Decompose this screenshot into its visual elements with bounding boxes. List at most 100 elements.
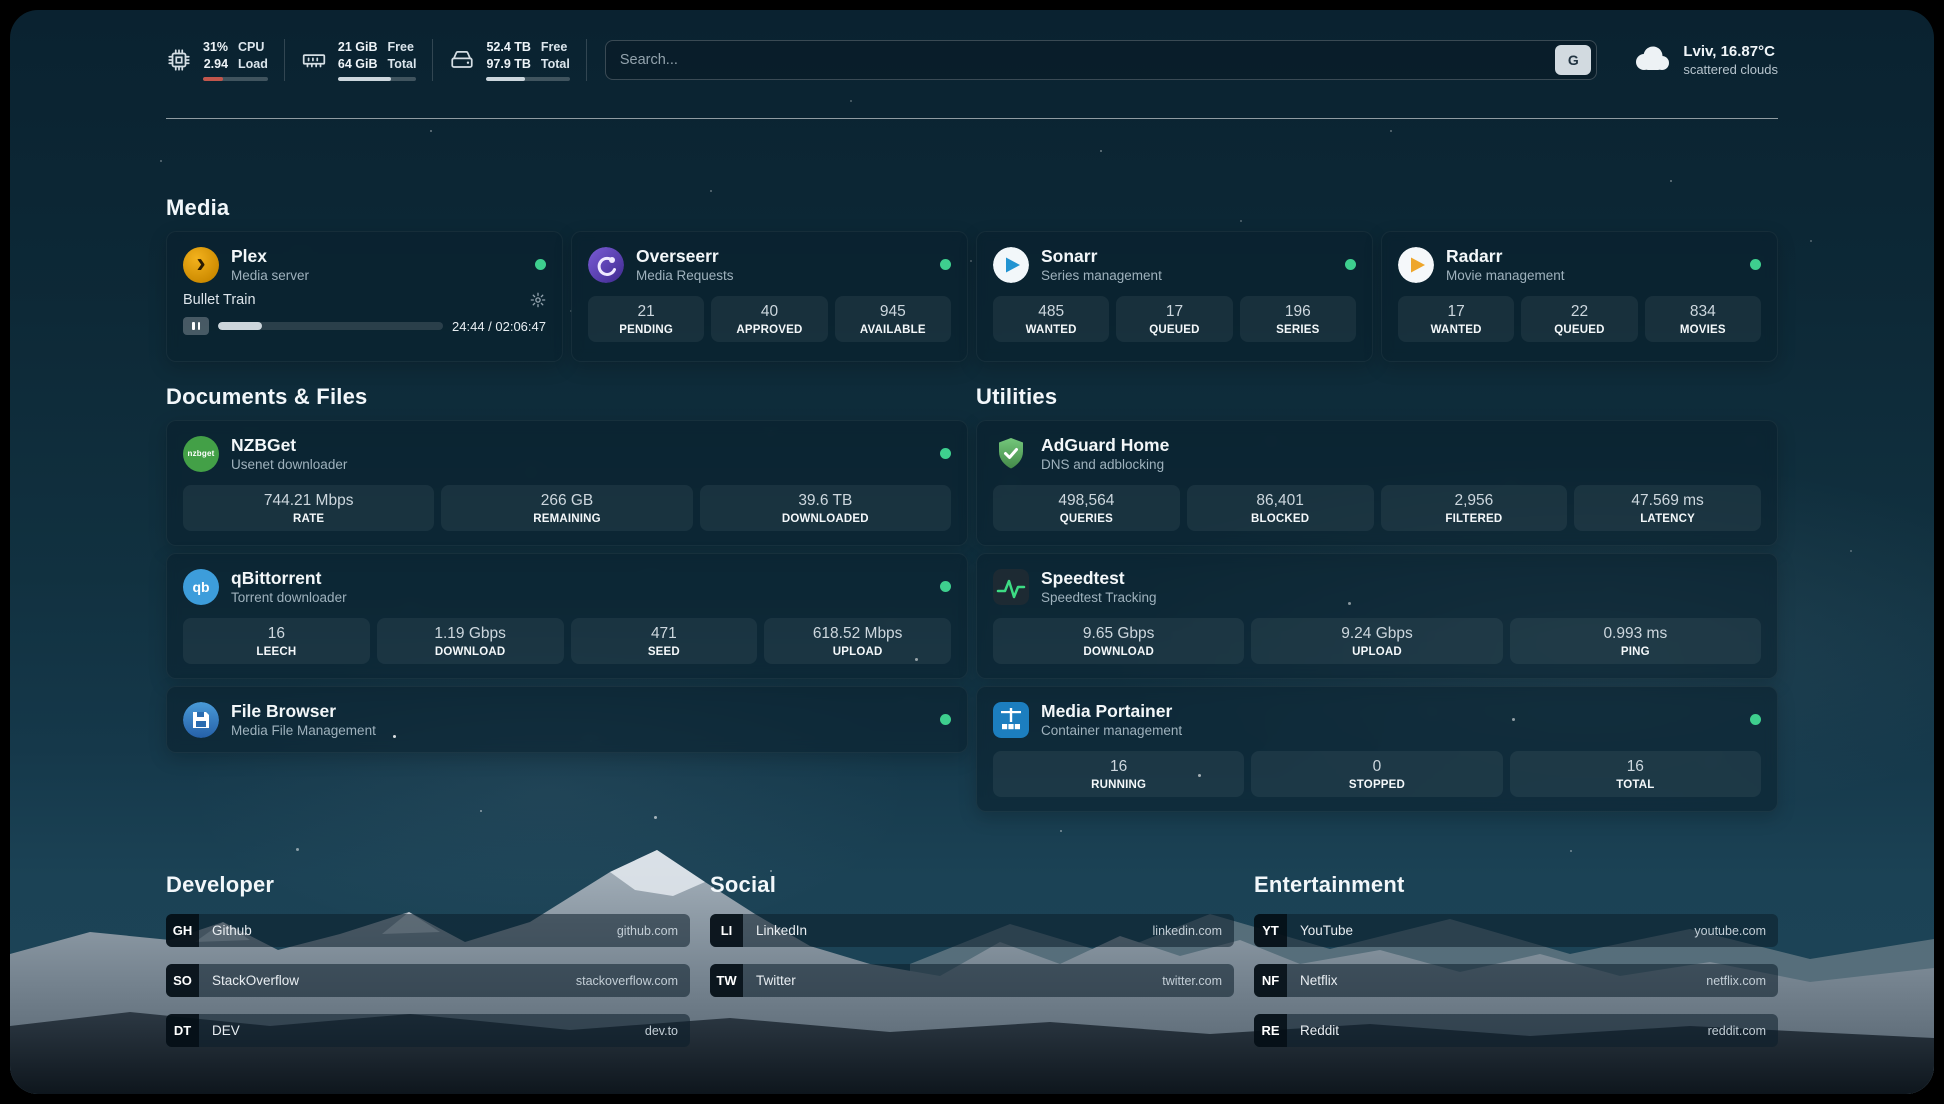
service-name: Media Portainer: [1041, 701, 1182, 721]
service-card-qbittorrent[interactable]: qb qBittorrent Torrent downloader 16LEEC…: [166, 553, 968, 679]
bookmark-url: twitter.com: [1162, 974, 1222, 988]
stats-row: 16LEECH1.19 GbpsDOWNLOAD471SEED618.52 Mb…: [183, 618, 951, 664]
bookmark-url: netflix.com: [1706, 974, 1766, 988]
bookmark-netflix[interactable]: NFNetflixnetflix.com: [1254, 964, 1778, 997]
stat-label: UPLOAD: [768, 646, 947, 658]
stat-label: LATENCY: [1578, 513, 1757, 525]
stat-label: RATE: [187, 513, 430, 525]
service-card-filebrowser[interactable]: File Browser Media File Management: [166, 686, 968, 753]
stat-box: 744.21 Mbps RATE: [183, 485, 434, 531]
stat-label: BLOCKED: [1191, 513, 1370, 525]
stat-value: 39.6 TB: [704, 492, 947, 510]
stat-label: SERIES: [1244, 324, 1352, 336]
service-description: Media server: [231, 268, 309, 283]
stat-value: 47.569 ms: [1578, 492, 1757, 510]
service-card-overseerr[interactable]: Overseerr Media Requests 21PENDING40APPR…: [571, 231, 968, 362]
section-title-documents: Documents & Files: [166, 384, 968, 410]
sonarr-icon: [993, 247, 1029, 283]
status-online-dot: [940, 448, 951, 459]
stat-label: QUEUED: [1120, 324, 1228, 336]
bookmark-twitter[interactable]: TWTwittertwitter.com: [710, 964, 1234, 997]
stat-box: 17WANTED: [1398, 296, 1514, 342]
bookmark-dev[interactable]: DTDEVdev.to: [166, 1014, 690, 1047]
bookmark-stackoverflow[interactable]: SOStackOverflowstackoverflow.com: [166, 964, 690, 997]
stats-row: 9.65 GbpsDOWNLOAD9.24 GbpsUPLOAD0.993 ms…: [993, 618, 1761, 664]
service-name: File Browser: [231, 701, 376, 721]
stat-value: 471: [575, 625, 754, 643]
stat-label: RUNNING: [997, 779, 1240, 791]
stat-box: 47.569 ms LATENCY: [1574, 485, 1761, 531]
bookmark-url: youtube.com: [1694, 924, 1766, 938]
pause-button[interactable]: [183, 317, 209, 335]
bookmark-list-social: LILinkedInlinkedin.com TWTwittertwitter.c…: [710, 914, 1234, 997]
search-bar[interactable]: G: [605, 40, 1597, 80]
social-column: Social LILinkedInlinkedin.comTWTwittertw…: [710, 872, 1234, 1047]
bookmark-reddit[interactable]: RERedditreddit.com: [1254, 1014, 1778, 1047]
service-card-adguard[interactable]: AdGuard Home DNS and adblocking 498,564Q…: [976, 420, 1778, 546]
qbittorrent-icon-text: qb: [192, 579, 209, 595]
stat-value: 17: [1120, 303, 1228, 321]
stats-row: 21PENDING40APPROVED945AVAILABLE: [588, 296, 951, 342]
bookmark-github[interactable]: GHGithubgithub.com: [166, 914, 690, 947]
stat-label: MOVIES: [1649, 324, 1757, 336]
service-card-plex[interactable]: › Plex Media server Bullet Train: [166, 231, 563, 362]
service-card-sonarr[interactable]: Sonarr Series management 485WANTED17QUEU…: [976, 231, 1373, 362]
stat-box: 16RUNNING: [993, 751, 1244, 797]
cpu-widget: 31% 2.94 CPU Load: [166, 39, 285, 81]
cpu-progress-fill: [203, 77, 223, 81]
stat-label: QUEUED: [1525, 324, 1633, 336]
service-card-nzbget[interactable]: nzbget NZBGet Usenet downloader 744.21 M…: [166, 420, 968, 546]
stat-label: PING: [1514, 646, 1757, 658]
service-description: Torrent downloader: [231, 590, 347, 605]
dashboard-screen: 31% 2.94 CPU Load: [10, 10, 1934, 1094]
bookmark-name: Github: [212, 923, 252, 938]
playback-progress-bar[interactable]: [218, 322, 443, 330]
disk-free-label: Free: [541, 39, 570, 55]
bookmark-youtube[interactable]: YTYouTubeyoutube.com: [1254, 914, 1778, 947]
plex-icon: ›: [183, 247, 219, 283]
linkedin-icon: LI: [710, 914, 743, 947]
stat-box: 498,564QUERIES: [993, 485, 1180, 531]
stat-label: UPLOAD: [1255, 646, 1498, 658]
stats-row: 16RUNNING0STOPPED16TOTAL: [993, 751, 1761, 797]
bookmark-linkedin[interactable]: LILinkedInlinkedin.com: [710, 914, 1234, 947]
service-card-portainer[interactable]: Media Portainer Container management 16R…: [976, 686, 1778, 812]
bookmark-name: Reddit: [1300, 1023, 1339, 1038]
entertainment-column: Entertainment YTYouTubeyoutube.comNFNetf…: [1254, 872, 1778, 1047]
service-name: AdGuard Home: [1041, 435, 1169, 455]
stat-box: 834MOVIES: [1645, 296, 1761, 342]
stat-value: 86,401: [1191, 492, 1370, 510]
stat-value: 618.52 Mbps: [768, 625, 947, 643]
netflix-icon: NF: [1254, 964, 1287, 997]
gear-icon[interactable]: [530, 292, 546, 308]
filebrowser-icon: [183, 702, 219, 738]
now-playing-title: Bullet Train: [183, 292, 256, 308]
stat-value: 744.21 Mbps: [187, 492, 430, 510]
stats-row: 17WANTED22QUEUED834MOVIES: [1398, 296, 1761, 342]
disk-free-value: 52.4 TB: [486, 39, 530, 55]
status-online-dot: [1345, 259, 1356, 270]
search-engine-button[interactable]: G: [1555, 45, 1591, 75]
bookmark-url: stackoverflow.com: [576, 974, 678, 988]
section-title-media: Media: [166, 195, 1778, 221]
search-input[interactable]: [606, 52, 1555, 68]
stat-value: 40: [715, 303, 823, 321]
service-description: Series management: [1041, 268, 1162, 283]
utilities-column: Utilities: [976, 384, 1778, 812]
service-name: qBittorrent: [231, 568, 347, 588]
service-card-radarr[interactable]: Radarr Movie management 17WANTED22QUEUED…: [1381, 231, 1778, 362]
service-name: Speedtest: [1041, 568, 1157, 588]
service-name: Plex: [231, 246, 309, 266]
reddit-icon: RE: [1254, 1014, 1287, 1047]
nzbget-icon: nzbget: [183, 436, 219, 472]
section-title-developer: Developer: [166, 872, 690, 898]
service-name: Overseerr: [636, 246, 734, 266]
service-description: Media File Management: [231, 723, 376, 738]
stat-value: 0.993 ms: [1514, 625, 1757, 643]
memory-progress-fill: [338, 77, 391, 81]
stackoverflow-icon: SO: [166, 964, 199, 997]
stats-row: 744.21 MbpsRATE266 GBREMAINING39.6 TBDOW…: [183, 485, 951, 531]
service-description: Container management: [1041, 723, 1182, 738]
service-card-speedtest[interactable]: Speedtest Speedtest Tracking 9.65 GbpsDO…: [976, 553, 1778, 679]
status-online-dot: [535, 259, 546, 270]
